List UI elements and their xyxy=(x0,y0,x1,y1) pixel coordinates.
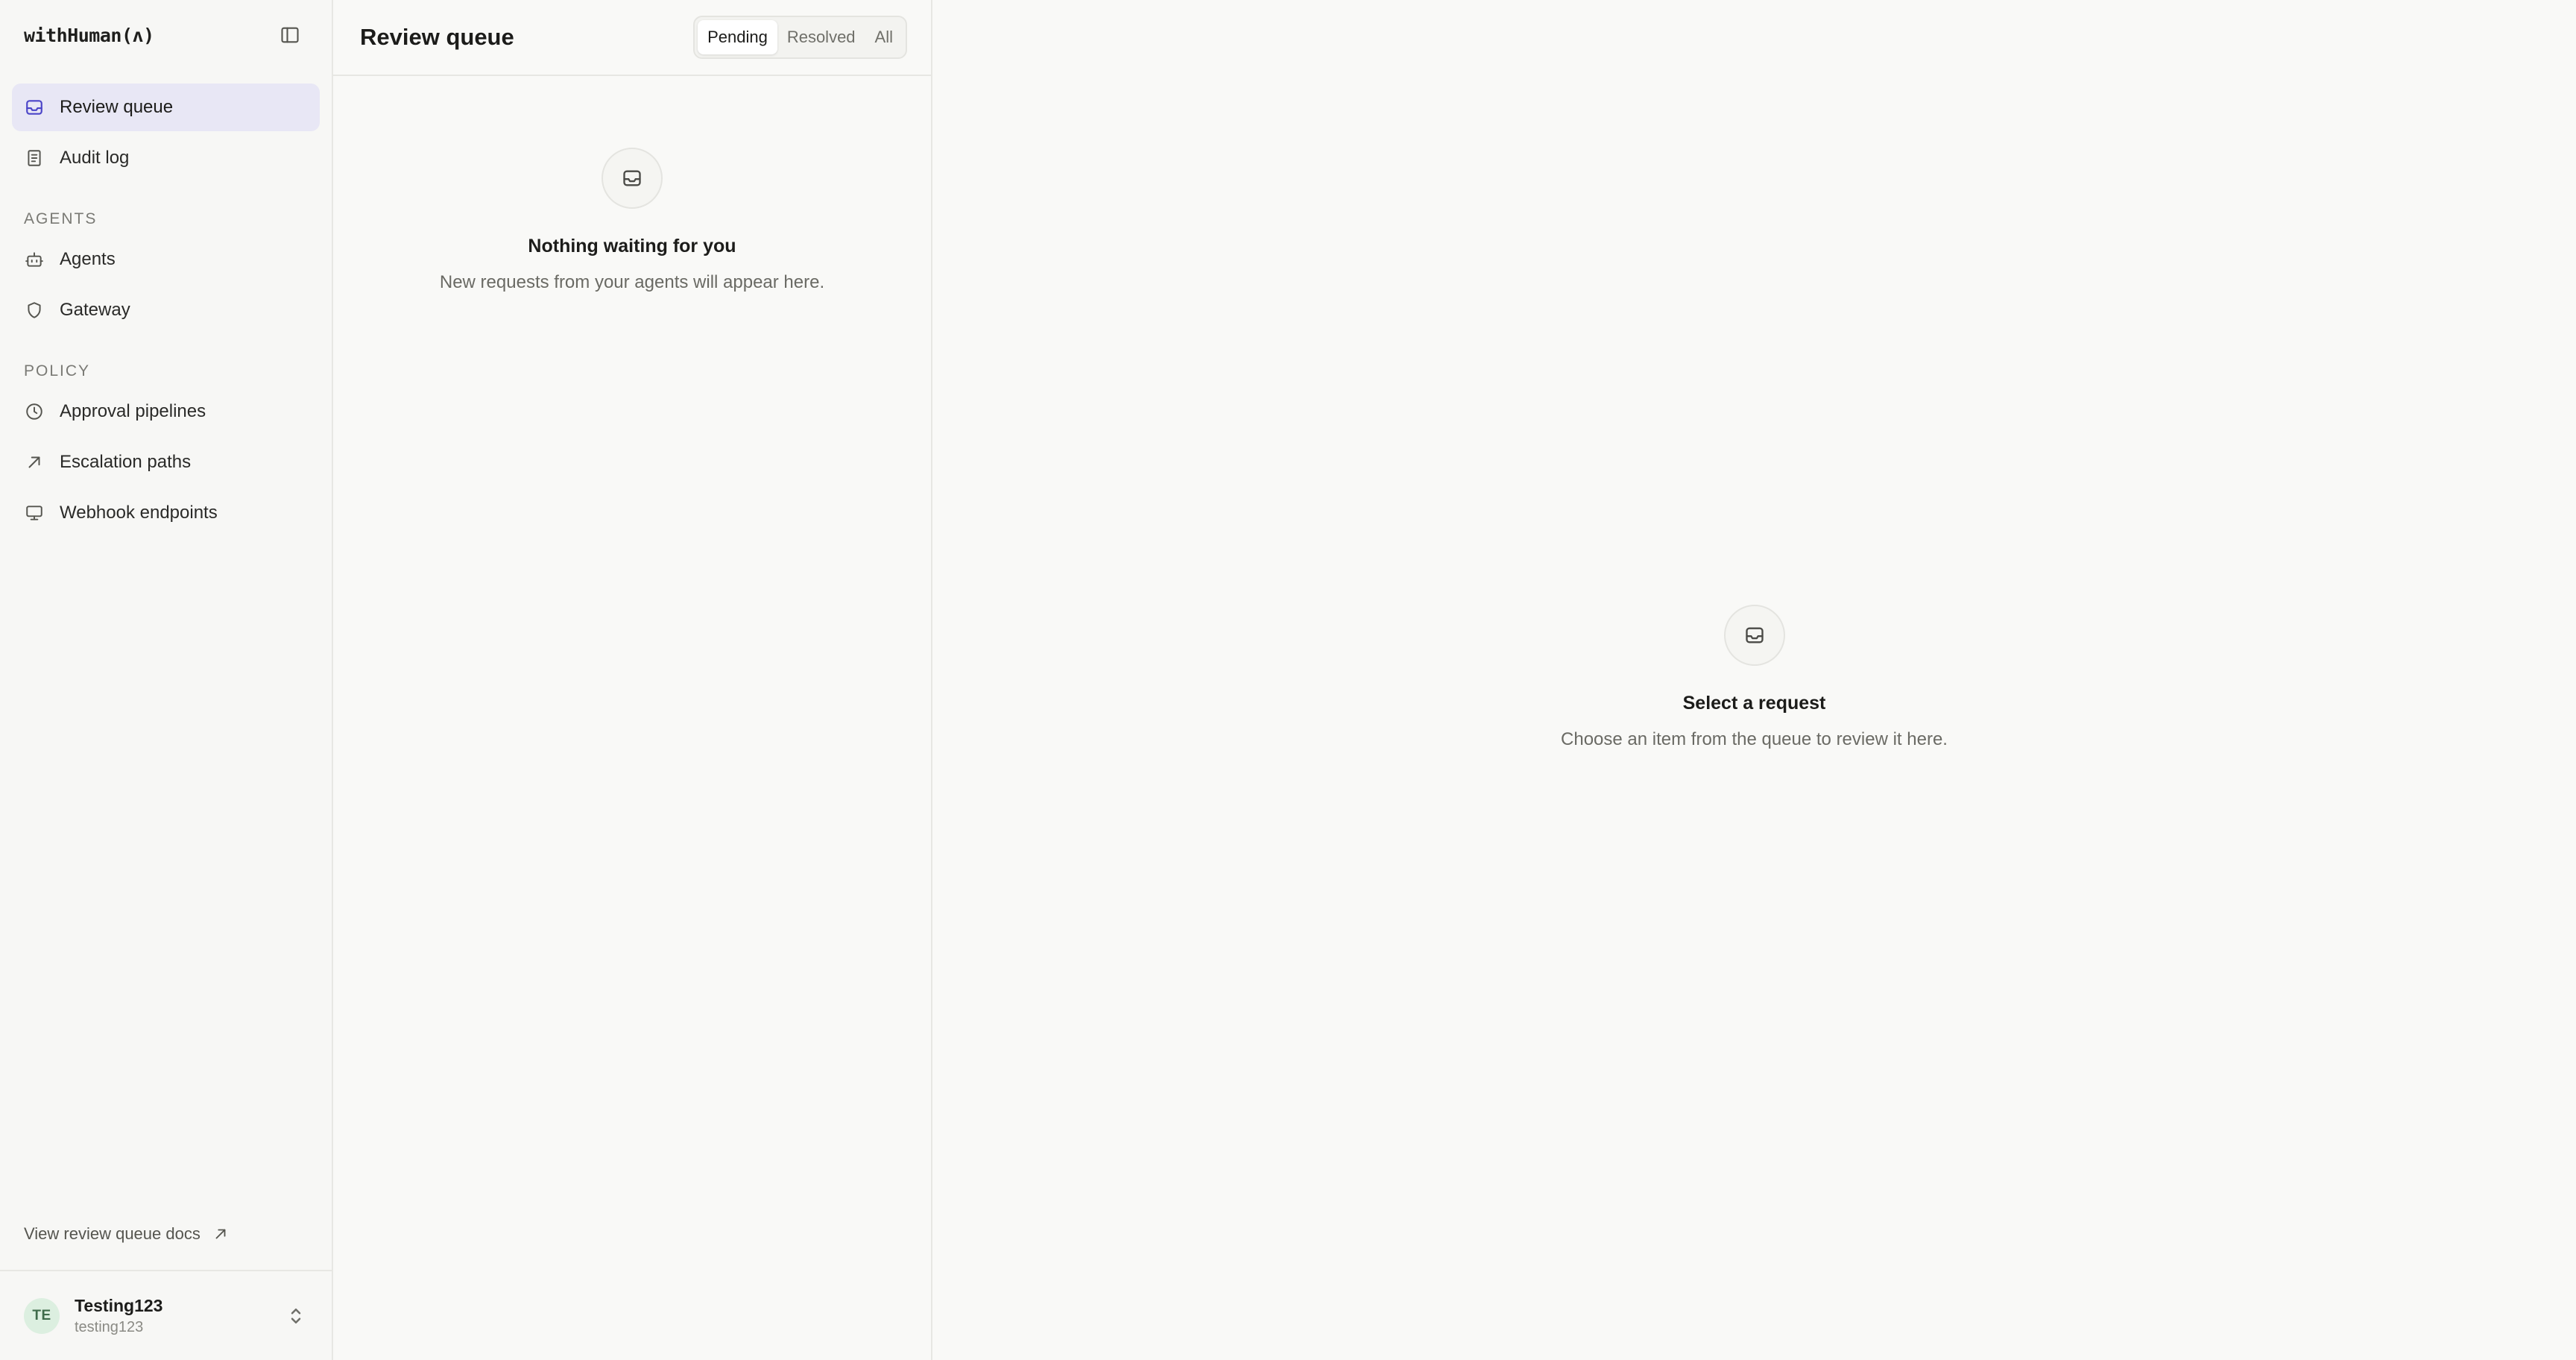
sidebar: withHuman(ʌ) Review queue Audit log AGEN… xyxy=(0,0,333,1360)
bot-icon xyxy=(24,249,45,270)
section-label-policy: POLICY xyxy=(24,362,91,380)
document-icon xyxy=(24,148,45,169)
sidebar-item-webhook-endpoints[interactable]: Webhook endpoints xyxy=(12,489,320,537)
user-name: Testing123 xyxy=(75,1295,163,1315)
tab-resolved[interactable]: Resolved xyxy=(777,20,865,54)
sidebar-nav: Review queue Audit log AGENTS Agents Gat… xyxy=(0,70,332,537)
queue-panel: Review queue Pending Resolved All Nothin… xyxy=(333,0,932,1360)
monitor-icon xyxy=(24,503,45,523)
empty-state-subtitle: New requests from your agents will appea… xyxy=(439,272,825,292)
user-info: Testing123 testing123 xyxy=(75,1296,284,1336)
avatar: TE xyxy=(24,1297,60,1334)
queue-filter-tabs: Pending Resolved All xyxy=(693,16,907,59)
chevron-up-down-icon xyxy=(284,1301,308,1331)
external-link-icon xyxy=(215,1229,226,1239)
detail-empty-state: Select a request Choose an item from the… xyxy=(932,605,2576,750)
sidebar-item-label: Gateway xyxy=(60,300,130,320)
sidebar-item-label: Audit log xyxy=(60,148,130,168)
empty-state-title: Nothing waiting for you xyxy=(528,236,736,256)
section-label-agents: AGENTS xyxy=(24,210,98,227)
page-title: Review queue xyxy=(360,24,514,50)
sidebar-item-escalation-paths[interactable]: Escalation paths xyxy=(12,438,320,486)
detail-panel: Select a request Choose an item from the… xyxy=(932,0,2576,1360)
clock-icon xyxy=(24,401,45,422)
empty-state-subtitle: Choose an item from the queue to review … xyxy=(1561,729,1948,749)
sidebar-item-review-queue[interactable]: Review queue xyxy=(12,84,320,131)
sidebar-item-approval-pipelines[interactable]: Approval pipelines xyxy=(12,388,320,435)
sidebar-item-agents[interactable]: Agents xyxy=(12,236,320,283)
user-menu[interactable]: TE Testing123 testing123 xyxy=(0,1270,332,1360)
sidebar-item-label: Escalation paths xyxy=(60,452,192,472)
inbox-icon xyxy=(24,97,45,118)
brand-row: withHuman(ʌ) xyxy=(0,0,332,70)
sidebar-toggle-button[interactable] xyxy=(275,20,305,50)
shield-icon xyxy=(24,300,45,321)
inbox-icon xyxy=(1723,605,1785,666)
sidebar-item-gateway[interactable]: Gateway xyxy=(12,286,320,334)
sidebar-item-label: Agents xyxy=(60,249,116,269)
empty-state-title: Select a request xyxy=(1682,693,1826,714)
queue-empty-state: Nothing waiting for you New requests fro… xyxy=(333,76,931,293)
app-window: withHuman(ʌ) Review queue Audit log AGEN… xyxy=(0,0,2576,1360)
brand-logo: withHuman(ʌ) xyxy=(24,24,154,46)
user-handle: testing123 xyxy=(75,1318,144,1335)
inbox-icon xyxy=(602,148,663,209)
sidebar-item-label: Review queue xyxy=(60,97,174,117)
sidebar-item-label: Webhook endpoints xyxy=(60,503,218,523)
queue-header: Review queue Pending Resolved All xyxy=(333,0,931,76)
arrow-up-right-icon xyxy=(24,452,45,473)
sidebar-item-audit-log[interactable]: Audit log xyxy=(12,134,320,182)
docs-link[interactable]: View review queue docs xyxy=(24,1224,229,1244)
tab-all[interactable]: All xyxy=(865,20,903,54)
tab-pending[interactable]: Pending xyxy=(698,20,777,54)
docs-link-label: View review queue docs xyxy=(24,1224,201,1243)
sidebar-item-label: Approval pipelines xyxy=(60,401,206,421)
sidebar-panel-icon xyxy=(281,27,299,43)
